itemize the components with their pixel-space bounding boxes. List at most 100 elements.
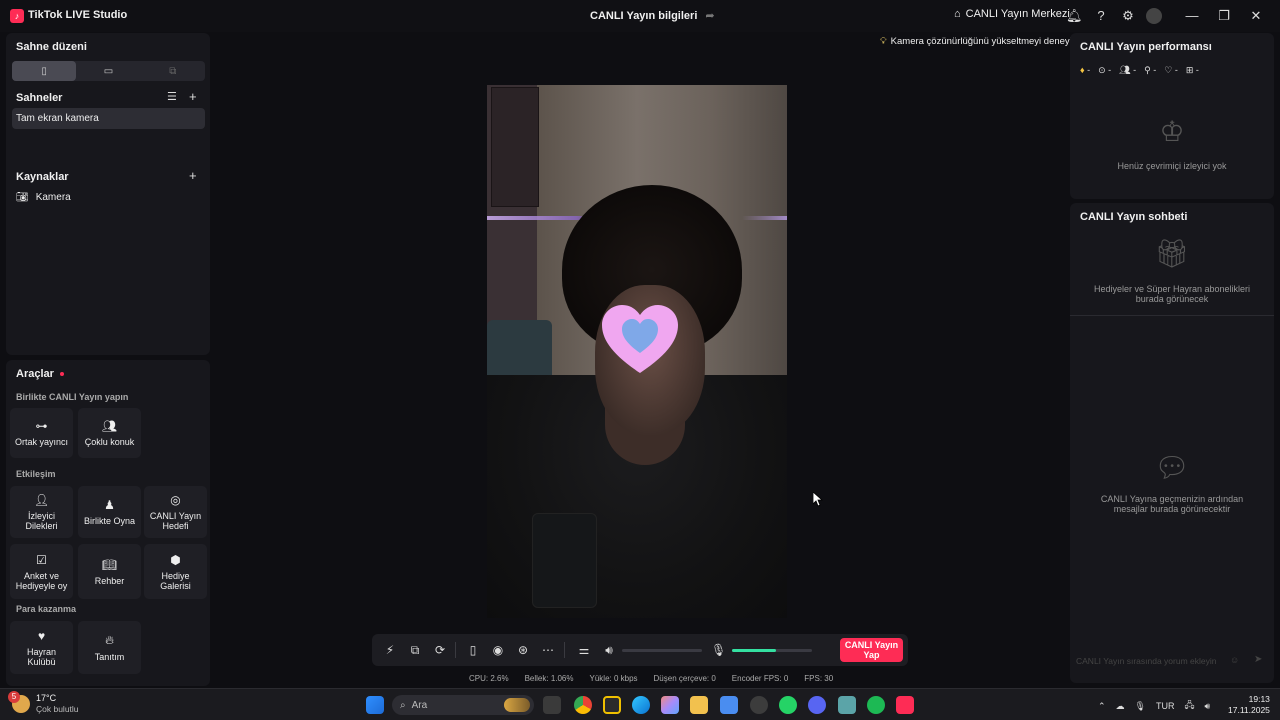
add-scene-button[interactable]: + bbox=[189, 90, 197, 103]
portrait-layout-icon[interactable]: ▯ bbox=[12, 61, 77, 81]
help-icon[interactable]: ? bbox=[1093, 8, 1109, 24]
tool-label: Birlikte Oyna bbox=[83, 516, 136, 526]
obs-icon[interactable] bbox=[750, 696, 768, 714]
clock[interactable]: 19:13 17.11.2025 bbox=[1228, 694, 1270, 716]
mic-slider[interactable] bbox=[732, 649, 812, 652]
task-view-icon[interactable] bbox=[543, 696, 561, 714]
send-icon[interactable]: ➤ bbox=[1254, 654, 1262, 665]
lightbulb-icon: 💡︎ bbox=[880, 35, 887, 47]
magic-wand-icon[interactable]: ⚡ bbox=[383, 643, 397, 657]
app-icon[interactable] bbox=[838, 696, 856, 714]
source-item-camera[interactable]: 📷︎ Kamera bbox=[16, 192, 71, 203]
weather-badge: 5 bbox=[8, 691, 20, 703]
whatsapp-icon[interactable] bbox=[779, 696, 797, 714]
guide-tool[interactable]: 📖︎ Rehber bbox=[78, 544, 141, 599]
poll-tool[interactable]: ☑ Anket ve Hediyeyle oy bbox=[10, 544, 73, 599]
multi-layout-icon[interactable]: ⧉ bbox=[141, 61, 205, 81]
cloud-icon[interactable]: ☁ bbox=[1116, 701, 1125, 712]
weather-widget[interactable]: 5 17°C Çok bulutlu bbox=[8, 691, 79, 715]
close-icon[interactable]: ✕ bbox=[1247, 7, 1265, 25]
tool-label: Hediye Galerisi bbox=[160, 570, 191, 591]
scene-item[interactable]: Tam ekran kamera bbox=[12, 108, 205, 129]
coin-metric[interactable]: ⊙ - bbox=[1098, 65, 1111, 76]
no-viewers-text: Henüz çevrimiçi izleyici yok bbox=[1117, 161, 1227, 171]
live-center-button[interactable]: ⌂ CANLI Yayın Merkezi bbox=[954, 8, 1070, 20]
multiguest-tool[interactable]: 👥︎ Çoklu konuk bbox=[78, 408, 141, 458]
gift-gallery-tool[interactable]: ⬢ Hediye Galerisi bbox=[144, 544, 207, 599]
tiktok-live-studio-taskbar-icon[interactable] bbox=[896, 696, 914, 714]
discord-icon[interactable] bbox=[808, 696, 826, 714]
windows-start-icon[interactable] bbox=[366, 696, 384, 714]
volume-icon[interactable]: 🔊︎ bbox=[1205, 701, 1211, 712]
spotify-icon[interactable] bbox=[867, 696, 885, 714]
file-explorer-icon[interactable] bbox=[690, 696, 708, 714]
section-interaction: Etkileşim bbox=[16, 469, 56, 479]
share-icon[interactable]: ➦ bbox=[705, 9, 714, 22]
new-followers-metric[interactable]: ⚲ - bbox=[1144, 65, 1156, 76]
viewers-metric[interactable]: 👥︎ - bbox=[1119, 65, 1136, 76]
landscape-layout-icon[interactable]: ▭ bbox=[76, 61, 140, 81]
no-viewers-illustration-icon: ♔ bbox=[1159, 116, 1185, 147]
camera-preview[interactable] bbox=[487, 85, 787, 618]
chrome-icon[interactable] bbox=[574, 696, 592, 714]
snipping-tool-icon[interactable] bbox=[720, 696, 738, 714]
play-together-tool[interactable]: ♟ Birlikte Oyna bbox=[78, 486, 141, 538]
speaker-icon[interactable]: 🔊︎ bbox=[602, 643, 616, 657]
more-icon[interactable]: ⋯ bbox=[541, 643, 555, 657]
title-bar: ♪ TikTok LIVE Studio CANLI Yayın bilgile… bbox=[0, 0, 1280, 32]
avatar[interactable] bbox=[1146, 8, 1162, 24]
microphone-icon[interactable]: 🎙︎ bbox=[711, 643, 726, 657]
weather-desc: Çok bulutlu bbox=[36, 704, 79, 714]
camera-resolution-tip[interactable]: 💡︎ Kamera çözünürlüğünü yükseltmeyi dene… bbox=[880, 33, 1077, 49]
chevron-up-icon[interactable]: ⌃ bbox=[1098, 701, 1106, 712]
date: 17.11.2025 bbox=[1228, 705, 1270, 715]
copilot-icon[interactable] bbox=[661, 696, 679, 714]
go-live-button[interactable]: CANLI Yayın Yap bbox=[840, 638, 903, 662]
book-icon: 📖︎ bbox=[101, 557, 118, 572]
phone-icon[interactable]: ▯ bbox=[466, 643, 480, 657]
viewer-wishes-tool[interactable]: 👤︎ İzleyici Dilekleri bbox=[10, 486, 73, 538]
network-icon[interactable]: 🖧 bbox=[1184, 698, 1194, 714]
microphone-tray-icon[interactable]: 🎙︎ bbox=[1135, 701, 1146, 712]
language-indicator[interactable]: TUR bbox=[1156, 701, 1175, 711]
edge-icon[interactable] bbox=[632, 696, 650, 714]
bell-icon[interactable]: 🔔︎ bbox=[1066, 8, 1083, 24]
performance-panel: CANLI Yayın performansı ♦ - ⊙ - 👥︎ - ⚲ -… bbox=[1070, 33, 1274, 199]
mixer-icon[interactable]: ⚌ bbox=[577, 643, 591, 657]
volume-slider[interactable] bbox=[622, 649, 702, 652]
diamond-icon: ♦ bbox=[1080, 65, 1085, 75]
gifts-metric[interactable]: ⊞ - bbox=[1186, 65, 1199, 76]
promote-tool[interactable]: 🔥︎ Tanıtım bbox=[78, 621, 141, 674]
mouse-cursor-icon bbox=[813, 492, 823, 507]
chat-input[interactable]: CANLI Yayın sırasında yorum ekleyin bbox=[1076, 653, 1236, 669]
live-goal-tool[interactable]: ◎ CANLI Yayın Hedefi bbox=[144, 486, 207, 538]
poll-icon: ☑ bbox=[36, 552, 47, 567]
live-info-button[interactable]: CANLI Yayın bilgileri ➦ bbox=[590, 9, 715, 23]
diamond-metric[interactable]: ♦ - bbox=[1080, 65, 1090, 76]
tiktok-logo-icon: ♪ bbox=[10, 9, 24, 23]
list-icon[interactable]: ☰ bbox=[167, 91, 177, 104]
taskbar-search[interactable]: ⌕ Ara bbox=[392, 695, 534, 715]
chat-panel: CANLI Yayın sohbeti 🎁︎ Hediyeler ve Süpe… bbox=[1070, 203, 1274, 683]
emoji-icon[interactable]: ☺ bbox=[1230, 655, 1239, 665]
flame-icon: 🔥︎ bbox=[105, 633, 114, 647]
fan-club-tool[interactable]: ♥ Hayran Kulübü bbox=[10, 621, 73, 674]
home-icon: ⌂ bbox=[954, 8, 961, 20]
heart-sticker-icon bbox=[602, 305, 678, 373]
filter-icon[interactable]: ⟳ bbox=[433, 643, 447, 657]
sticky-notes-icon[interactable] bbox=[603, 696, 621, 714]
effects-icon[interactable]: ⧉ bbox=[408, 643, 422, 657]
camera-settings-icon[interactable]: ⊛ bbox=[516, 643, 530, 657]
gear-icon[interactable]: ⚙ bbox=[1120, 8, 1136, 24]
cohost-tool[interactable]: ⊶ Ortak yayıncı bbox=[10, 408, 73, 458]
maximize-icon[interactable]: ❐ bbox=[1215, 7, 1233, 25]
gift-box-illustration-icon: 🎁︎ bbox=[1154, 238, 1190, 269]
minimize-icon[interactable]: — bbox=[1183, 7, 1201, 25]
record-icon[interactable]: ◉ bbox=[491, 643, 505, 657]
add-source-button[interactable]: + bbox=[189, 169, 197, 182]
mic-level-fill bbox=[732, 649, 776, 652]
gift-gallery-icon: ⬢ bbox=[170, 552, 181, 567]
weather-icon: 5 bbox=[8, 691, 30, 713]
likes-metric[interactable]: ♡ - bbox=[1164, 65, 1178, 76]
divider bbox=[1070, 315, 1274, 316]
